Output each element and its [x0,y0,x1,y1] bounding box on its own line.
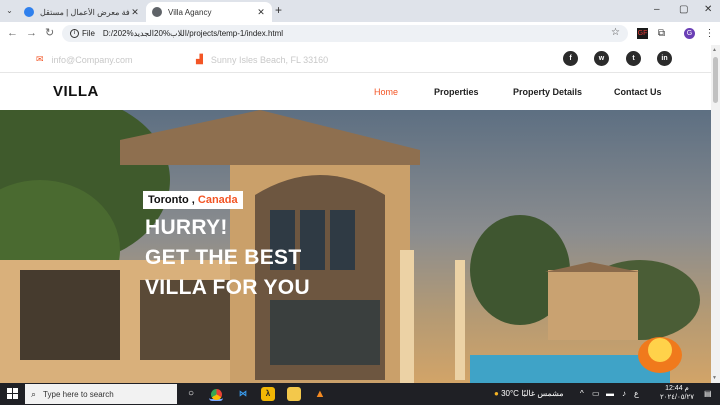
url-text[interactable]: D:/202%اللاب%20الجديد/projects/temp-1/in… [103,29,283,38]
network-icon[interactable]: ▭ [592,389,600,398]
hero-location-badge: Toronto , Canada [143,191,243,209]
hero-heading-line2: GET THE BEST [145,246,302,269]
taskbar-search-input[interactable]: ⌕ Type here to search [25,384,177,404]
facebook-icon[interactable]: f [563,51,578,66]
location-country: Canada [197,194,238,206]
file-explorer-taskbar-icon[interactable] [287,387,301,401]
hero-heading-line1: HURRY! [145,216,228,239]
clock-time: 12:44 م [665,385,689,392]
back-button[interactable]: ← [7,27,18,39]
site-logo[interactable]: VILLA [53,83,99,100]
windows-start-icon[interactable] [7,388,18,399]
tab-search-icon[interactable]: ⌄ [3,4,16,17]
profile-avatar[interactable]: G [684,28,695,39]
scheme-label: File [82,29,95,38]
linkedin-icon[interactable]: in [657,51,672,66]
maximize-button[interactable]: ▢ [679,4,688,15]
taskbar-search-placeholder: Type here to search [43,389,114,399]
twitter-icon[interactable]: t [626,51,641,66]
site-info-icon[interactable]: i [70,29,79,38]
email-info: ✉ info@Company.com [36,54,133,65]
clock-date: ٢٠٢٤/٠٥/٢٧ [660,394,694,401]
globe-favicon-icon [152,7,162,17]
windows-taskbar: ⌕ Type here to search ○ ⋈ λ ▲ ● 30°C مشم… [0,383,720,405]
search-icon: ⌕ [31,388,37,399]
address-info: ▟ Sunny Isles Beach, FL 33160 [196,54,328,65]
new-tab-button[interactable]: + [275,4,282,16]
mostaql-favicon-icon [24,7,34,17]
volume-icon[interactable]: ♪ [622,389,626,398]
tray-chevron-icon[interactable]: ^ [580,389,584,398]
top-info-bar: ✉ info@Company.com ▟ Sunny Isles Beach, … [0,45,711,73]
nav-home[interactable]: Home [374,87,398,97]
whatsapp-icon[interactable]: w [594,51,609,66]
browser-toolbar: ← → ↻ i File D:/202%اللاب%20الجديد/proje… [0,22,720,45]
tab-villa-agancy[interactable]: Villa Agancy ✕ [146,2,272,22]
nav-contact-us[interactable]: Contact Us [614,87,662,97]
scroll-down-arrow-icon[interactable]: ▼ [712,375,717,381]
vscode-taskbar-icon[interactable]: ⋈ [236,387,250,401]
tab-close-icon[interactable]: ✕ [130,7,140,18]
address-text: Sunny Isles Beach, FL 33160 [210,54,329,65]
sun-icon: ● [494,389,499,398]
language-indicator[interactable]: ع [634,389,639,398]
battery-icon[interactable]: ▬ [606,389,614,398]
tab-strip: ⌄ إضافة معرض الأعمال | مستقل ✕ Villa Aga… [0,0,720,22]
hero-banner: Toronto , Canada HURRY! GET THE BEST VIL… [0,110,711,383]
weather-widget[interactable]: ● 30°C مشمس غالبًا [494,389,564,398]
scrollbar-thumb[interactable] [713,57,718,103]
villa-photo [0,110,700,383]
weather-text: 30°C مشمس غالبًا [501,389,564,398]
tab-mostaql[interactable]: إضافة معرض الأعمال | مستقل ✕ [18,2,146,22]
browser-menu-icon[interactable]: ⋮ [704,28,715,39]
nav-properties[interactable]: Properties [434,87,479,97]
forward-button[interactable]: → [26,27,37,39]
reload-button[interactable]: ↻ [45,27,54,39]
tab-close-icon[interactable]: ✕ [256,7,266,18]
hero-heading-line3: VILLA FOR YOU [145,276,310,299]
clock[interactable]: 12:44 م ٢٠٢٤/٠٥/٢٧ [660,384,694,402]
extensions-puzzle-icon[interactable]: ⧉ [656,28,667,39]
nav-property-details[interactable]: Property Details [513,87,582,97]
terminal-taskbar-icon[interactable]: λ [261,387,275,401]
cortana-icon[interactable]: ○ [184,387,198,401]
map-icon: ▟ [196,54,203,64]
chrome-taskbar-icon[interactable] [209,387,223,401]
location-city: Toronto , [148,194,195,206]
tab-title: إضافة معرض الأعمال | مستقل [40,7,130,17]
page-scrollbar[interactable]: ▲ ▼ [711,45,720,383]
extension-gf-icon[interactable]: GF [637,28,648,39]
envelope-icon: ✉ [36,54,44,64]
minimize-button[interactable]: – [654,4,660,15]
address-bar[interactable]: i File D:/202%اللاب%20الجديد/projects/te… [62,25,628,42]
site-header: VILLA Home Properties Property Details C… [0,73,711,110]
bookmark-star-icon[interactable]: ☆ [611,27,620,38]
tab-title: Villa Agancy [168,7,212,17]
notifications-icon[interactable]: ▤ [704,389,712,398]
close-window-button[interactable]: ✕ [704,4,712,15]
email-text[interactable]: info@Company.com [52,55,133,65]
scroll-up-arrow-icon[interactable]: ▲ [712,47,717,53]
vlc-taskbar-icon[interactable]: ▲ [313,387,327,401]
